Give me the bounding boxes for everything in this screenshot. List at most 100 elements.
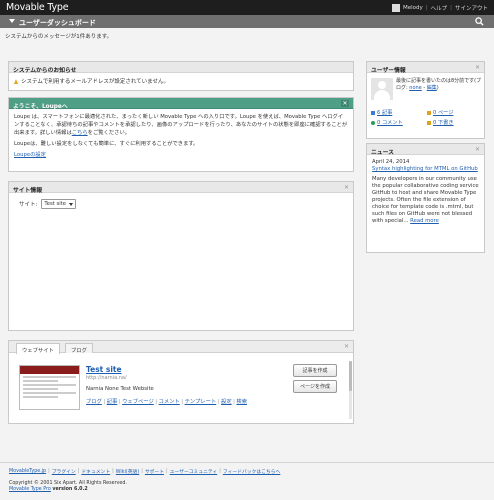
page-icon <box>427 110 431 115</box>
site-info: Test site http://narnia.na/ Narnia None … <box>86 365 271 406</box>
site-buttons: 記事を作成 ページを作成 <box>293 364 337 393</box>
welcome-paragraph: Loupe は、スマートフォンに最適化された、まったく新しい Movable T… <box>14 113 348 137</box>
news-body-text: Many developers in our community use the… <box>372 176 479 224</box>
footer-link-support[interactable]: サポート <box>145 468 164 475</box>
website-blog-widget: ウェブサイト ブログ ✕ Test site http://narnia.na/… <box>8 340 354 424</box>
footer-link-community[interactable]: ユーザーコミュニティ <box>170 468 218 475</box>
welcome-body: Loupe は、スマートフォンに最適化された、まったく新しい Movable T… <box>9 109 353 166</box>
footer-link-wiki[interactable]: Wiki(英語) <box>116 468 139 475</box>
notice-row: システムで利用するメールアドレスが設定されていません。 <box>9 73 353 89</box>
separator: | <box>450 5 452 11</box>
product-link[interactable]: Movable Type Pro <box>9 487 51 492</box>
footer-link-docs[interactable]: ドキュメント <box>81 468 110 475</box>
version-number: version 6.0.2 <box>52 487 88 492</box>
footer-link-feedback[interactable]: フィードバックはこちらへ <box>223 468 280 475</box>
app-logo[interactable]: Movable Type <box>6 2 69 13</box>
welcome-loupe-widget: ようこそ、Loupeへ ✕ Loupe は、スマートフォンに最適化された、まった… <box>8 97 354 172</box>
user-mini-avatar-icon <box>391 4 400 12</box>
last-post-close: ) <box>436 85 439 91</box>
chevron-down-icon <box>69 202 74 206</box>
draft-icon <box>427 120 431 125</box>
link-comments[interactable]: コメント <box>159 399 180 405</box>
system-notice-widget: システムからのお知らせ システムで利用するメールアドレスが設定されていません。 <box>8 61 354 91</box>
site-name-link[interactable]: Test site <box>86 365 271 374</box>
comment-icon <box>371 120 375 125</box>
link-entries[interactable]: 記事 <box>107 399 118 405</box>
link-settings[interactable]: 設定 <box>221 399 232 405</box>
widget-header: システムからのお知らせ <box>9 62 353 74</box>
stat-comments-link[interactable]: 0 コメント <box>377 119 403 126</box>
widget-header: ようこそ、Loupeへ ✕ <box>9 98 353 110</box>
stat-entries[interactable]: 6 記事 <box>371 109 427 116</box>
read-more-link[interactable]: Read more <box>410 218 439 224</box>
link-search[interactable]: 検索 <box>236 399 247 405</box>
widget-title: ようこそ、Loupeへ <box>13 103 68 110</box>
user-avatar[interactable] <box>371 78 393 100</box>
user-info-widget: ユーザー情報 ✕ 最後に記事を書いたのは8分前です(ブログ: none - 編集… <box>366 61 485 139</box>
user-menu: Melody | ヘルプ | サインアウト <box>391 4 488 12</box>
loupe-settings-link[interactable]: Loupeの設定 <box>14 152 46 158</box>
link-templates[interactable]: テンプレート <box>185 399 217 405</box>
separator: | <box>425 5 428 11</box>
site-select-value: Test site <box>44 201 67 207</box>
details-link[interactable]: こちら <box>72 130 88 136</box>
widget-title: ニュース <box>371 149 394 156</box>
user-stats: 6 記事 0 ページ 0 コメント 0 下書き <box>371 109 483 126</box>
link-pages[interactable]: ウェブページ <box>122 399 154 405</box>
stat-pages[interactable]: 0 ページ <box>427 109 483 116</box>
close-icon[interactable]: ✕ <box>475 64 480 71</box>
last-post-edit-link[interactable]: 編集 <box>427 85 437 91</box>
copyright: Copyright © 2001 Six Apart. All Rights R… <box>9 481 127 486</box>
help-link[interactable]: ヘルプ <box>431 4 448 12</box>
top-bar: Movable Type Melody | ヘルプ | サインアウト <box>0 0 494 15</box>
news-body: April 24, 2014 Syntax highlighting for M… <box>367 155 484 229</box>
stat-comments[interactable]: 0 コメント <box>371 119 427 126</box>
link-blog[interactable]: ブログ <box>86 399 102 405</box>
footer-links: MovableType.jp | プラグイン | ドキュメント | Wiki(英語) |… <box>9 468 281 475</box>
tab-website[interactable]: ウェブサイト <box>16 343 60 354</box>
close-icon[interactable]: ✕ <box>340 100 349 107</box>
close-icon[interactable]: ✕ <box>475 146 480 153</box>
welcome-text: Loupe は、スマートフォンに最適化された、まったく新しい Movable T… <box>14 114 348 136</box>
stat-entries-link[interactable]: 6 記事 <box>377 109 392 116</box>
last-post-blog-link[interactable]: none <box>409 85 421 91</box>
page-title[interactable]: ユーザーダッシュボード <box>19 18 96 28</box>
site-description: Narnia None Test Website <box>86 386 154 392</box>
version-info: Movable Type Pro version 6.0.2 <box>9 487 485 492</box>
news-headline-link[interactable]: Syntax highlighting for MTML on GitHub <box>372 166 479 173</box>
dashboard-title-bar: ユーザーダッシュボード <box>0 15 494 28</box>
create-entry-button[interactable]: 記事を作成 <box>293 364 337 377</box>
footer-link-mt[interactable]: MovableType.jp <box>9 469 46 474</box>
close-icon[interactable]: ✕ <box>344 343 349 350</box>
create-page-button[interactable]: ページを作成 <box>293 380 337 393</box>
footer-link-plugins[interactable]: プラグイン <box>52 468 76 475</box>
scrollbar-thumb[interactable] <box>349 361 352 391</box>
widget-header: サイト情報 ✕ <box>9 182 353 194</box>
tabs-header: ウェブサイト ブログ ✕ <box>9 341 353 354</box>
close-icon[interactable]: ✕ <box>344 184 349 191</box>
stat-drafts-link[interactable]: 0 下書き <box>433 119 454 126</box>
site-select[interactable]: Test site <box>41 199 77 209</box>
site-thumbnail[interactable] <box>19 365 80 410</box>
site-info-widget: サイト情報 ✕ サイト: Test site <box>8 181 354 331</box>
site-label: サイト: <box>19 202 38 208</box>
search-icon[interactable] <box>475 17 484 26</box>
site-action-links: ブログ | 記事 | ウェブページ | コメント | テンプレート | 設定 | 検索 <box>86 399 248 405</box>
welcome-text-end: をご覧ください。 <box>87 130 131 136</box>
sign-out-link[interactable]: サインアウト <box>455 4 488 12</box>
user-name-link[interactable]: Melody <box>403 5 423 11</box>
system-message: システムからのメッセージが1件あります。 <box>5 34 113 40</box>
welcome-paragraph-2: Loupeは、難しい設定をしなくても簡単に、すぐに利用することができます。 <box>14 141 199 147</box>
news-widget: ニュース ✕ April 24, 2014 Syntax highlightin… <box>366 143 485 253</box>
last-post-info: 最後に記事を書いたのは8分前です(ブログ: none - 編集) <box>396 78 482 92</box>
tab-blog[interactable]: ブログ <box>65 343 93 354</box>
stat-drafts[interactable]: 0 下書き <box>427 119 483 126</box>
user-body: 最後に記事を書いたのは8分前です(ブログ: none - 編集) 6 記事 0 … <box>367 73 484 139</box>
widget-header: ニュース ✕ <box>367 144 484 156</box>
site-url[interactable]: http://narnia.na/ <box>86 375 271 381</box>
widget-title: サイト情報 <box>13 187 42 194</box>
stat-pages-link[interactable]: 0 ページ <box>433 109 453 116</box>
news-date: April 24, 2014 <box>372 159 410 165</box>
scrollbar[interactable] <box>349 361 352 419</box>
context-dropdown-icon[interactable] <box>9 19 15 23</box>
